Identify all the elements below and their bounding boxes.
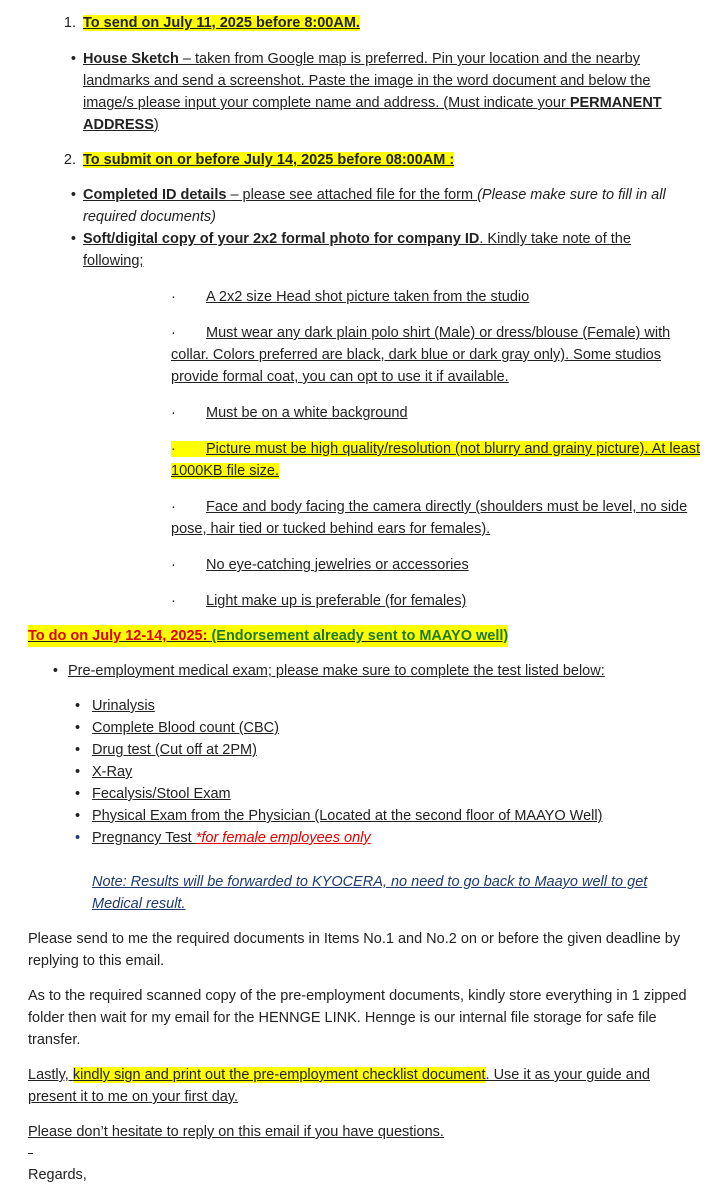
item-2-heading-text: To submit on or before July 14, 2025 bef… — [83, 152, 455, 168]
medical-test-list: Urinalysis Complete Blood count (CBC) Dr… — [75, 695, 602, 849]
medical-test: Physical Exam from the Physician (Locate… — [92, 808, 603, 824]
regards-text: Regards, — [28, 1167, 87, 1183]
medical-test: Drug test (Cut off at 2PM) — [92, 742, 257, 758]
house-sketch-item: House Sketch – taken from Google map is … — [83, 48, 683, 136]
medical-heading-endorsement: (Endorsement already sent to MAAYO well) — [211, 628, 509, 644]
photo-label: Soft/digital copy of your 2x2 formal pho… — [83, 231, 480, 247]
photo-rule: · Picture must be high quality/resolution… — [171, 438, 701, 482]
photo-rule: · Face and body facing the camera directl… — [171, 496, 701, 540]
photo-rule-text: Face and body facing the camera directly… — [171, 499, 688, 537]
house-sketch-end: ) — [153, 117, 159, 133]
divider — [28, 1153, 33, 1154]
photo-rule: · Light make up is preferable (for female… — [171, 590, 701, 612]
rule-bullet-icon: · — [171, 499, 176, 515]
photo-rule-text: Picture must be high quality/resolution … — [171, 441, 701, 479]
item-1-heading: To send on July 11, 2025 before 8:00AM. — [83, 12, 360, 34]
house-sketch-label: House Sketch — [83, 51, 179, 67]
bullet-icon: • — [70, 51, 76, 67]
scanned-docs-paragraph: As to the required scanned copy of the p… — [28, 988, 687, 1048]
photo-rule-text: Must be on a white background — [206, 405, 408, 421]
photo-rule: · Must wear any dark plain polo shirt (Ma… — [171, 322, 701, 388]
photo-rule-text: Must wear any dark plain polo shirt (Mal… — [171, 325, 671, 385]
rule-bullet-icon: · — [171, 593, 176, 609]
email-body: { "item1": { "number": "1.", "heading": … — [0, 0, 711, 1183]
list-item: X-Ray — [75, 761, 602, 783]
list-item: Fecalysis/Stool Exam — [75, 783, 602, 805]
bullet-icon: • — [52, 663, 58, 679]
medical-test: Urinalysis — [92, 698, 155, 714]
id-details-item: Completed ID details – please see attach… — [83, 184, 683, 228]
medical-heading-date: To do on July 12-14, 2025: — [28, 628, 212, 644]
bullet-icon: • — [70, 231, 76, 247]
medical-heading: To do on July 12-14, 2025: (Endorsement … — [28, 625, 509, 647]
medical-test: Fecalysis/Stool Exam — [92, 786, 231, 802]
medical-note: Note: Results will be forwarded to KYOCE… — [92, 874, 648, 912]
pregnancy-test-label: Pregnancy Test — [92, 830, 196, 846]
rule-bullet-icon: · — [171, 405, 176, 421]
rule-bullet-icon: · — [171, 441, 176, 457]
item-2-number: 2. — [63, 152, 76, 168]
pregnancy-test-note: *for female employees only — [195, 830, 371, 846]
photo-rule-text: A 2x2 size Head shot picture taken from … — [206, 289, 530, 305]
send-docs-paragraph: Please send to me the required documents… — [28, 931, 681, 969]
id-details-text: – please see attached file for the form — [226, 187, 478, 203]
list-item: Pregnancy Test *for female employees onl… — [75, 827, 602, 849]
photo-rule-text: Light make up is preferable (for females… — [206, 593, 467, 609]
photo-rule: · No eye-catching jewelries or accessorie… — [171, 554, 701, 576]
photo-rule: · A 2x2 size Head shot picture taken from… — [171, 286, 701, 308]
lastly-paragraph: Lastly, kindly sign and print out the pr… — [28, 1064, 688, 1108]
photo-rule: · Must be on a white background — [171, 402, 701, 424]
questions-paragraph: Please don’t hesitate to reply on this e… — [28, 1124, 444, 1140]
item-1-number: 1. — [63, 15, 76, 31]
list-item: Urinalysis — [75, 695, 602, 717]
photo-item: Soft/digital copy of your 2x2 formal pho… — [83, 228, 683, 272]
rule-bullet-icon: · — [171, 289, 176, 305]
list-item: Physical Exam from the Physician (Locate… — [75, 805, 602, 827]
medical-test: X-Ray — [92, 764, 133, 780]
medical-intro: Pre-employment medical exam; please make… — [68, 663, 605, 679]
id-details-label: Completed ID details — [83, 187, 227, 203]
rule-bullet-icon: · — [171, 557, 176, 573]
lastly-highlight: kindly sign and print out the pre-employ… — [72, 1067, 486, 1083]
bullet-icon: • — [70, 187, 76, 203]
item-1-heading-text: To send on July 11, 2025 before 8:00AM. — [83, 15, 360, 31]
medical-test: Complete Blood count (CBC) — [92, 720, 279, 736]
list-item: Complete Blood count (CBC) — [75, 717, 602, 739]
lastly-prefix: Lastly, — [28, 1067, 73, 1083]
list-item: Drug test (Cut off at 2PM) — [75, 739, 602, 761]
photo-rule-text: No eye-catching jewelries or accessories — [206, 557, 469, 573]
item-2-heading: To submit on or before July 14, 2025 bef… — [83, 149, 455, 171]
rule-bullet-icon: · — [171, 325, 176, 341]
